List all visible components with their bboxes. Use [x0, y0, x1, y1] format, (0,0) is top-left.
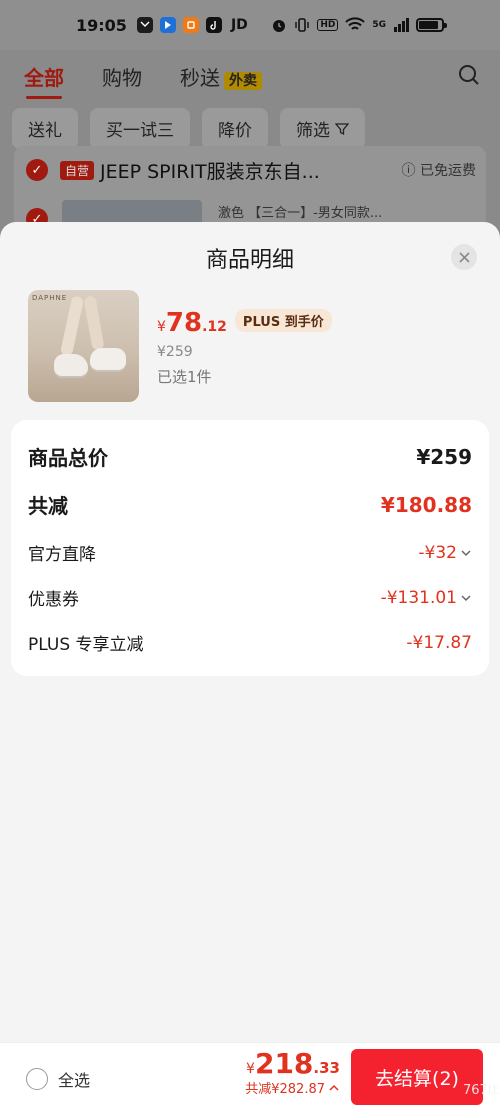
original-price: ¥259 [157, 344, 193, 360]
total-price-value: ¥259 [416, 444, 472, 469]
plus-price-badge: PLUS 到手价 [234, 309, 332, 332]
official-discount-value: -¥32 [418, 542, 457, 563]
total-reduction-row: 共减 ¥180.88 [28, 490, 472, 519]
vibrate-icon [295, 18, 310, 32]
official-discount-label: 官方直降 [28, 545, 96, 565]
total-decimal: .33 [313, 1059, 340, 1077]
chip-filter-label: 筛选 [296, 121, 330, 141]
search-icon[interactable] [458, 64, 480, 86]
sheet-title: 商品明细 [205, 248, 294, 273]
selected-count: 已选1件 [157, 368, 212, 386]
wifi-icon [345, 17, 366, 30]
product-detail-sheet: 商品明细 DAPHNE ¥ 78 .12 PLUS 到手价 ¥259 已选1件 … [0, 222, 500, 1042]
coupon-value-wrap[interactable]: -¥131.01 [381, 588, 472, 608]
price-integer: 78 [165, 308, 203, 338]
status-bar: 19:05 JD HD 5G [0, 0, 500, 50]
coupon-value: -¥131.01 [380, 587, 457, 608]
total-amount: ¥ 218 .33 共减¥282.87 [245, 1047, 340, 1097]
plus-price: ¥ 78 .12 PLUS 到手价 [157, 308, 332, 338]
chevron-down-icon [461, 549, 471, 556]
product-summary: DAPHNE ¥ 78 .12 PLUS 到手价 ¥259 已选1件 [28, 290, 332, 404]
checkout-bar: 全选 ¥ 218 .33 共减¥282.87 去结算(2) 767tt [0, 1042, 500, 1111]
background-cart-page: 全部 购物 秒送 外卖 送礼 买一试三 降价 筛选 ✓ 自营 JEEP SPIRI… [0, 50, 500, 254]
tab-shopping[interactable]: 购物 [102, 62, 142, 91]
total-integer: 218 [254, 1047, 314, 1080]
chip-filter[interactable]: 筛选 [280, 108, 366, 149]
official-discount-row[interactable]: 官方直降 -¥32 [28, 540, 472, 565]
network-label: 5G [372, 20, 386, 30]
close-button[interactable] [451, 244, 477, 270]
status-time: 19:05 [76, 15, 127, 35]
product-image[interactable]: DAPHNE [28, 290, 139, 402]
checkbox-checked-icon[interactable]: ✓ [26, 159, 48, 181]
tab-all[interactable]: 全部 [24, 62, 64, 99]
saved-amount-toggle[interactable]: 共减¥282.87 [245, 1078, 340, 1097]
free-shipping-text: ⓘ 已免运费 [401, 163, 476, 179]
coupon-label: 优惠券 [28, 590, 79, 610]
select-all-checkbox[interactable] [26, 1068, 48, 1090]
total-reduction-label: 共减 [28, 494, 68, 518]
select-all-toggle[interactable]: 全选 [16, 1067, 90, 1091]
chip-try[interactable]: 买一试三 [90, 108, 190, 149]
filter-icon [335, 123, 350, 136]
plus-discount-label: PLUS 专享立减 [28, 635, 144, 655]
total-price-label: 商品总价 [28, 446, 108, 470]
chip-price-drop[interactable]: 降价 [202, 108, 268, 149]
image-shoe [90, 348, 126, 370]
official-discount-value-wrap[interactable]: -¥32 [418, 543, 472, 563]
self-operated-badge: 自营 [60, 160, 95, 180]
image-shoe [54, 354, 88, 376]
hd-icon: HD [317, 19, 339, 31]
shop-app-icon [182, 17, 199, 33]
jd-label: JD [230, 17, 248, 33]
tab-instant-label: 秒送 [180, 65, 220, 90]
price-currency: ¥ [157, 319, 166, 335]
battery-icon [416, 18, 447, 32]
image-brand-text: DAPHNE [32, 294, 68, 302]
select-all-label: 全选 [58, 1071, 91, 1090]
chip-gift[interactable]: 送礼 [12, 108, 78, 149]
image-leg [59, 295, 85, 357]
total-amount-value: ¥ 218 .33 [245, 1047, 340, 1080]
price-breakdown-card: 商品总价 ¥259 共减 ¥180.88 官方直降 -¥32 优惠券 -¥131… [11, 420, 489, 676]
signal-icon [394, 18, 409, 32]
product-info: ¥ 78 .12 PLUS 到手价 ¥259 已选1件 [157, 290, 332, 404]
saved-amount: 共减¥282.87 [245, 1082, 325, 1097]
total-currency: ¥ [246, 1061, 255, 1077]
messages-app-icon [136, 17, 153, 33]
total-price-row: 商品总价 ¥259 [28, 442, 472, 471]
plus-discount-value: -¥17.87 [406, 632, 472, 653]
chevron-down-icon [461, 594, 471, 601]
total-reduction-value: ¥180.88 [380, 492, 472, 517]
shop-row[interactable]: ✓ 自营 JEEP SPIRIT服装京东自... ⓘ 已免运费 [14, 146, 486, 194]
item-title-snippet: 激色 【三合一】-男女同款... [218, 206, 383, 221]
watermark-text: 767tt [462, 1083, 498, 1098]
chevron-up-icon [329, 1084, 339, 1091]
price-decimal: .12 [202, 319, 227, 335]
waimai-badge: 外卖 [224, 71, 262, 90]
close-icon [458, 251, 470, 263]
tiktok-app-icon [205, 17, 222, 33]
maps-app-icon [159, 17, 176, 33]
alarm-icon [273, 20, 286, 32]
image-leg [83, 295, 105, 351]
tab-instant[interactable]: 秒送 外卖 [180, 62, 262, 91]
coupon-row[interactable]: 优惠券 -¥131.01 [28, 585, 472, 610]
top-tabs: 全部 购物 秒送 外卖 [0, 50, 500, 102]
shop-name[interactable]: JEEP SPIRIT服装京东自... [100, 157, 320, 184]
plus-discount-row: PLUS 专享立减 -¥17.87 [28, 630, 472, 656]
